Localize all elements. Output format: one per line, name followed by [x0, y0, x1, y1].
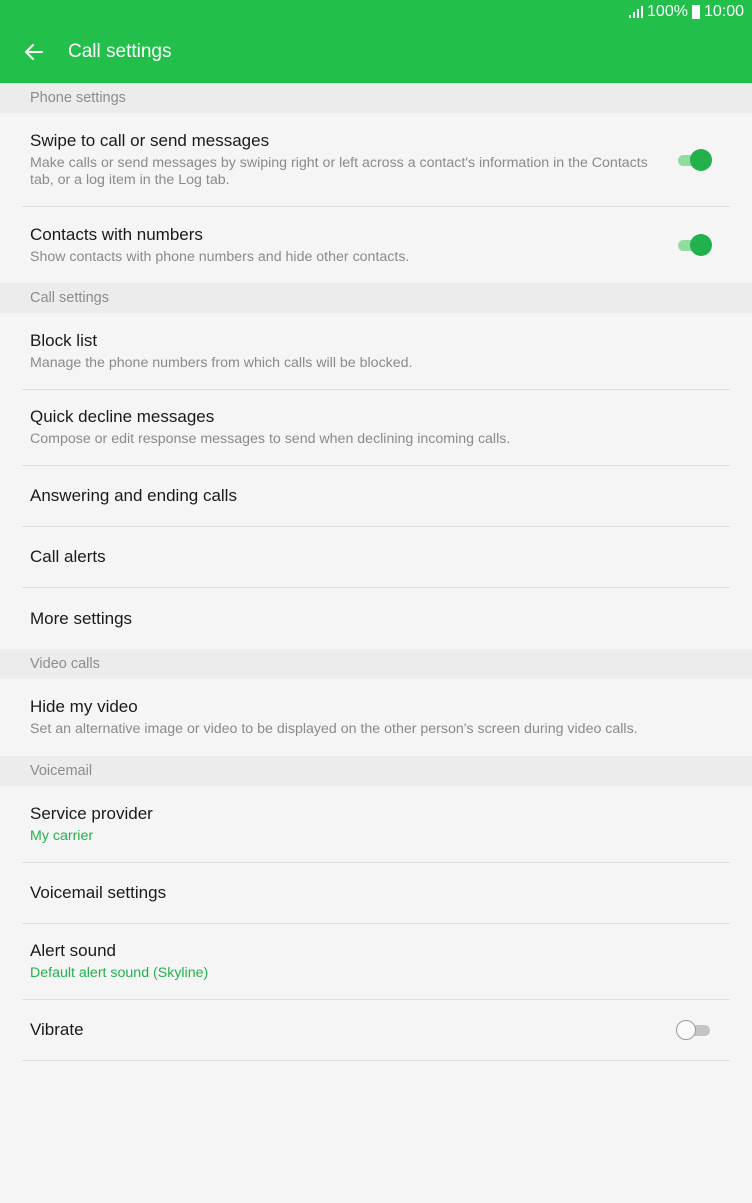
vibrate-toggle[interactable]: [676, 1019, 712, 1041]
setting-call-alerts[interactable]: Call alerts: [22, 527, 730, 588]
battery-percent: 100%: [647, 3, 688, 20]
section-header-phone-settings: Phone settings: [0, 83, 752, 113]
setting-description: Set an alternative image or video to be …: [30, 721, 638, 737]
setting-more-settings[interactable]: More settings: [22, 588, 730, 649]
setting-title: Service provider: [30, 803, 153, 823]
setting-voicemail-settings[interactable]: Voicemail settings: [22, 863, 730, 924]
setting-service-provider[interactable]: Service provider My carrier: [22, 786, 730, 863]
group-voicemail: Service provider My carrier Voicemail se…: [0, 786, 752, 1061]
setting-vibrate[interactable]: Vibrate: [22, 1000, 730, 1061]
group-phone-settings: Swipe to call or send messages Make call…: [0, 113, 752, 283]
section-header-voicemail: Voicemail: [0, 756, 752, 786]
setting-title: Hide my video: [30, 697, 138, 716]
setting-title: Vibrate: [30, 1020, 84, 1039]
app-bar: 100% 10:00 Call settings: [0, 0, 752, 83]
section-header-video-calls: Video calls: [0, 649, 752, 679]
setting-contacts-with-numbers[interactable]: Contacts with numbers Show contacts with…: [22, 207, 730, 283]
setting-alert-sound[interactable]: Alert sound Default alert sound (Skyline…: [22, 924, 730, 1000]
setting-title: Voicemail settings: [30, 883, 167, 902]
contacts-with-numbers-toggle[interactable]: [676, 234, 712, 256]
setting-description: Compose or edit response messages to sen…: [30, 431, 511, 447]
swipe-to-call-toggle[interactable]: [676, 148, 712, 171]
setting-title: More settings: [30, 608, 133, 628]
setting-answering-and-ending-calls[interactable]: Answering and ending calls: [22, 466, 730, 527]
setting-description: Show contacts with phone numbers and hid…: [30, 248, 410, 265]
back-button[interactable]: [20, 38, 48, 66]
setting-description: Manage the phone numbers from which call…: [30, 354, 413, 371]
setting-title: Swipe to call or send messages: [30, 130, 270, 150]
arrow-left-icon: [25, 44, 43, 60]
settings-list: Phone settings Swipe to call or send mes…: [0, 83, 752, 1061]
setting-description: Make calls or send messages by swiping r…: [30, 154, 648, 188]
setting-swipe-to-call[interactable]: Swipe to call or send messages Make call…: [22, 113, 730, 207]
page-title: Call settings: [68, 41, 172, 62]
setting-title: Contacts with numbers: [30, 224, 203, 244]
setting-title: Alert sound: [30, 941, 116, 960]
status-bar: 100% 10:00: [629, 0, 744, 24]
setting-value: My carrier: [30, 827, 94, 844]
setting-title: Answering and ending calls: [30, 486, 237, 505]
setting-hide-my-video[interactable]: Hide my video Set an alternative image o…: [22, 679, 730, 756]
setting-title: Call alerts: [30, 547, 106, 566]
battery-icon: [691, 5, 700, 19]
clock: 10:00: [703, 3, 744, 20]
setting-title: Quick decline messages: [30, 407, 215, 426]
group-video-calls: Hide my video Set an alternative image o…: [0, 679, 752, 756]
setting-title: Block list: [30, 330, 98, 350]
group-call-settings: Block list Manage the phone numbers from…: [0, 313, 752, 649]
section-header-call-settings: Call settings: [0, 283, 752, 313]
setting-quick-decline-messages[interactable]: Quick decline messages Compose or edit r…: [22, 390, 730, 466]
setting-block-list[interactable]: Block list Manage the phone numbers from…: [22, 313, 730, 390]
setting-value: Default alert sound (Skyline): [30, 965, 209, 981]
signal-icon: [629, 6, 644, 18]
